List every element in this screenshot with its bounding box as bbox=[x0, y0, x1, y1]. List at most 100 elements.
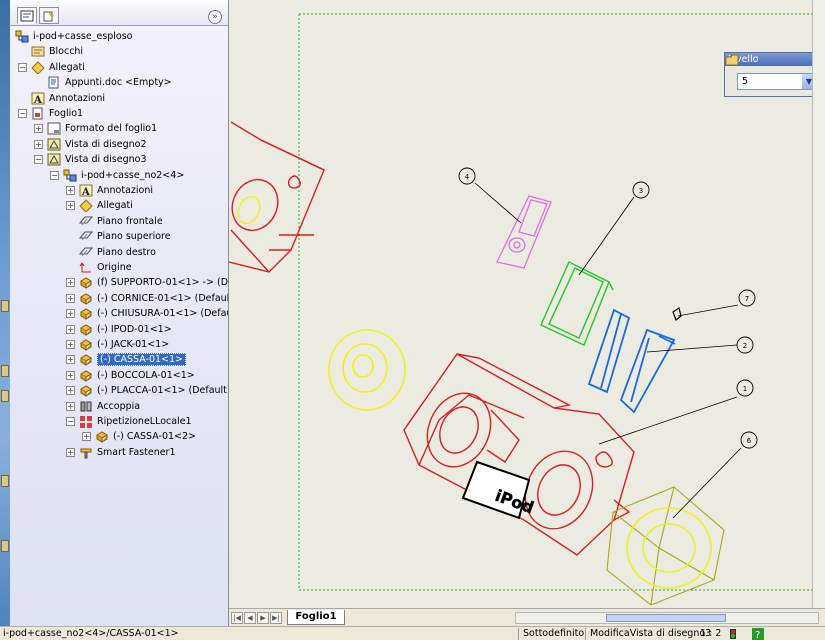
expand-icon[interactable]: + bbox=[66, 401, 75, 411]
fastener-icon bbox=[79, 446, 93, 459]
part-icon bbox=[79, 276, 93, 290]
assembly-icon bbox=[63, 169, 77, 182]
collapse-icon[interactable]: − bbox=[50, 170, 59, 180]
status-scale: 1 : 2 bbox=[700, 628, 722, 639]
expand-icon[interactable]: + bbox=[66, 324, 75, 334]
ipod-plate-part[interactable]: iPod bbox=[461, 460, 537, 520]
edge-button[interactable] bbox=[1, 540, 9, 552]
tab-properties[interactable] bbox=[39, 7, 59, 24]
tree-item[interactable]: Blocchi bbox=[18, 44, 83, 59]
support-part[interactable] bbox=[403, 353, 635, 556]
last-sheet-button[interactable]: ▶| bbox=[270, 612, 282, 624]
tree-item[interactable]: + (-) CHIUSURA-01<1> (Default) bbox=[66, 306, 228, 321]
tree-item[interactable]: + (-) IPOD-01<1> bbox=[66, 322, 172, 337]
tree-item[interactable]: + (-) JACK-01<1> bbox=[66, 337, 169, 352]
vertical-scrollbar[interactable] bbox=[812, 0, 825, 608]
tree-item[interactable]: + Formato del foglio1 bbox=[34, 121, 157, 136]
tree-item[interactable]: − Allegati bbox=[18, 60, 85, 75]
sheet-icon bbox=[31, 107, 45, 120]
support-part-partial[interactable] bbox=[229, 121, 325, 273]
level-select[interactable]: 5 ▼ bbox=[737, 73, 817, 90]
expand-icon[interactable]: + bbox=[82, 432, 91, 442]
next-sheet-button[interactable]: ▶ bbox=[257, 612, 269, 624]
balloon-number: 7 bbox=[745, 295, 749, 303]
prev-sheet-button[interactable]: ◀ bbox=[244, 612, 256, 624]
frame-part[interactable] bbox=[540, 260, 614, 347]
expand-icon[interactable]: + bbox=[66, 309, 75, 319]
tree-item[interactable]: A Annotazioni bbox=[18, 91, 105, 106]
expand-icon[interactable]: + bbox=[66, 278, 75, 288]
tree-item[interactable]: Piano superiore bbox=[66, 229, 171, 244]
tree-item[interactable]: − RipetizioneLLocale1 bbox=[66, 414, 192, 429]
sheet-format-icon bbox=[47, 122, 61, 135]
expand-icon[interactable]: + bbox=[66, 186, 75, 195]
expand-icon[interactable]: + bbox=[66, 370, 75, 380]
folder-icon[interactable] bbox=[725, 53, 740, 67]
tree-item[interactable]: i-pod+casse_esploso bbox=[15, 29, 132, 44]
horizontal-scrollbar[interactable] bbox=[515, 612, 819, 624]
expand-icon[interactable]: + bbox=[34, 139, 43, 149]
tree-item[interactable]: + (-) CORNICE-01<1> (Default) bbox=[66, 291, 228, 306]
tree-item-label: Foglio1 bbox=[49, 108, 84, 119]
tree-item[interactable]: + (f) SUPPORTO-01<1> -> (Default) bbox=[66, 275, 228, 290]
expand-icon[interactable]: + bbox=[66, 447, 75, 457]
document-icon bbox=[47, 76, 61, 89]
tree-item[interactable]: + (-) BOCCOLA-01<1> bbox=[66, 368, 195, 383]
blocks-icon bbox=[31, 45, 45, 58]
tree-item[interactable]: Piano frontale bbox=[66, 214, 163, 229]
tree-item[interactable]: + (-) PLACCA-01<1> (Default) bbox=[66, 383, 229, 398]
level-dialog-title: Livello × bbox=[725, 53, 825, 66]
tree-item[interactable]: + A Annotazioni bbox=[66, 183, 153, 198]
tree-item[interactable]: + Allegati bbox=[66, 198, 133, 214]
tree-item[interactable]: + (-) CASSA-01<1> bbox=[66, 352, 186, 367]
expand-icon[interactable]: + bbox=[66, 355, 75, 365]
ipod-part[interactable] bbox=[496, 195, 552, 269]
edge-button[interactable] bbox=[1, 300, 9, 312]
help-icon[interactable]: ? bbox=[752, 628, 764, 640]
tab-foglio1[interactable]: Foglio1 bbox=[287, 610, 345, 625]
status-edit-mode: ModificaVista di disegno3 bbox=[590, 628, 712, 639]
edge-button[interactable] bbox=[1, 475, 9, 487]
speaker-cone-part[interactable] bbox=[328, 329, 406, 411]
sheet-tab-bar: |◀ ◀ ▶ ▶| Foglio1 bbox=[229, 608, 825, 626]
cover-part[interactable] bbox=[587, 308, 676, 414]
level-dialog[interactable]: Livello × 5 ▼ bbox=[724, 52, 825, 97]
speaker-cone-part[interactable] bbox=[626, 507, 712, 589]
tree-item-label: (-) CASSA-01<2> bbox=[113, 431, 196, 443]
tree-item[interactable]: + Accoppia bbox=[66, 399, 140, 414]
first-sheet-button[interactable]: |◀ bbox=[231, 612, 243, 624]
tab-feature-tree[interactable] bbox=[17, 7, 37, 24]
tree-item[interactable]: Appunti.doc <Empty> bbox=[34, 75, 172, 90]
collapse-icon[interactable]: − bbox=[18, 62, 27, 72]
tree-item-label: Accoppia bbox=[97, 400, 141, 412]
edge-button[interactable] bbox=[1, 365, 9, 377]
part-icon bbox=[79, 323, 93, 336]
balloon-leaders bbox=[474, 182, 742, 519]
expand-icon[interactable]: + bbox=[66, 293, 75, 303]
expand-icon[interactable]: + bbox=[66, 201, 75, 211]
expand-icon[interactable]: + bbox=[66, 386, 75, 396]
collapse-icon[interactable]: − bbox=[34, 155, 43, 165]
tree-item[interactable]: − i-pod+casse_no2<4> bbox=[50, 168, 184, 183]
rebuild-icon[interactable] bbox=[728, 628, 738, 640]
tree-item[interactable]: − Vista di disegno3 bbox=[34, 152, 147, 167]
jack-part[interactable] bbox=[672, 307, 682, 321]
tree-item-label: Vista di disegno3 bbox=[65, 154, 147, 166]
tree-item[interactable]: + (-) CASSA-01<2> bbox=[82, 429, 196, 444]
drawing-canvas[interactable]: iPod 4 3 7 2 1 6 Livello × 5 bbox=[229, 0, 825, 608]
mates-icon bbox=[79, 400, 93, 413]
tree-item[interactable]: Piano destro bbox=[66, 245, 156, 260]
collapse-icon[interactable]: − bbox=[66, 417, 75, 426]
tree-item[interactable]: + Vista di disegno2 bbox=[34, 137, 147, 152]
scroll-thumb[interactable] bbox=[606, 614, 726, 622]
collapse-panel-button[interactable]: » bbox=[208, 10, 222, 24]
expand-icon[interactable]: + bbox=[66, 340, 75, 349]
expand-icon[interactable]: + bbox=[34, 124, 43, 134]
tree-item-label: (-) PLACCA-01<1> (Default) bbox=[97, 385, 229, 397]
collapse-icon[interactable]: − bbox=[18, 109, 27, 118]
edge-button[interactable] bbox=[1, 390, 9, 402]
tree-item[interactable]: Origine bbox=[66, 260, 132, 275]
tree-item[interactable]: + Smart Fastener1 bbox=[66, 445, 176, 460]
tree-item[interactable]: − Foglio1 bbox=[18, 106, 83, 121]
